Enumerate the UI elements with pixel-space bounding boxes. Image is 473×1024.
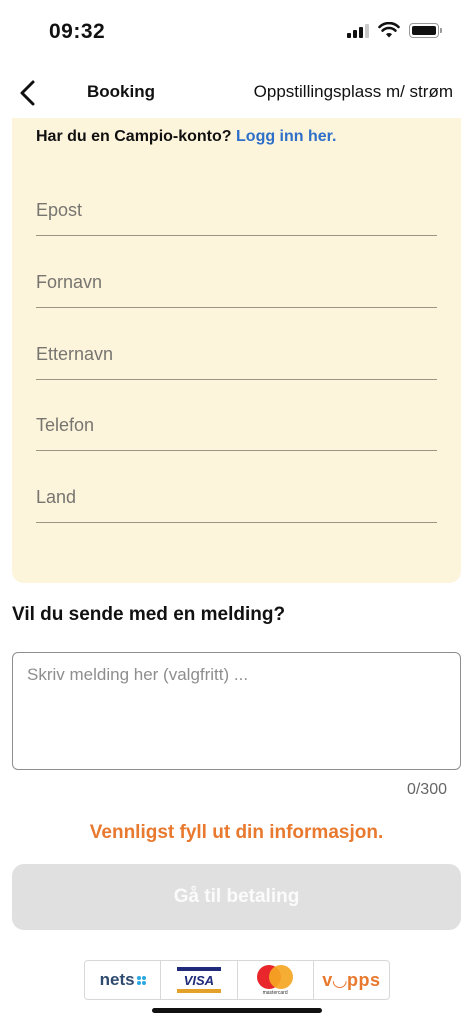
visa-logo-text: VISA — [176, 967, 221, 993]
chevron-left-icon — [20, 80, 35, 106]
vipps-logo: v◡pps — [314, 961, 389, 999]
page-title: Booking — [87, 82, 155, 101]
login-link[interactable]: Logg inn her. — [236, 128, 336, 145]
status-time: 09:32 — [49, 20, 106, 43]
country-field[interactable] — [36, 475, 437, 523]
country-input[interactable] — [36, 475, 437, 508]
nets-logo-text: nets — [99, 970, 135, 989]
vipps-logo-text: v◡pps — [322, 969, 381, 990]
email-input[interactable] — [36, 188, 437, 221]
mastercard-logo-text: mastercard — [262, 989, 288, 996]
nav-bar: Booking Oppstillingsplass m/ strøm — [0, 72, 473, 112]
login-prompt: Har du en Campio-konto? Logg inn her. — [36, 128, 336, 146]
message-field[interactable] — [12, 652, 461, 770]
go-to-payment-button[interactable]: Gå til betaling — [12, 864, 461, 930]
battery-icon — [409, 22, 442, 38]
status-bar: 09:32 — [0, 0, 473, 64]
payment-logos: nets VISA mastercard v◡pps — [84, 960, 390, 1000]
visa-logo: VISA — [161, 961, 238, 999]
message-heading: Vil du sende med en melding? — [12, 604, 286, 625]
phone-field[interactable] — [36, 403, 437, 451]
last-name-field[interactable] — [36, 332, 437, 380]
customer-info-card: Har du en Campio-konto? Logg inn her. — [12, 118, 461, 583]
mastercard-logo: mastercard — [238, 961, 314, 999]
validation-message: Vennligst fyll ut din informasjon. — [89, 822, 384, 843]
wifi-icon — [378, 22, 400, 38]
home-indicator — [152, 1008, 322, 1013]
booking-item-title: Oppstillingsplass m/ strøm — [253, 82, 453, 101]
first-name-field[interactable] — [36, 260, 437, 308]
phone-input[interactable] — [36, 403, 437, 436]
character-counter: 0/300 — [406, 781, 447, 798]
message-input[interactable] — [27, 665, 446, 757]
status-icons — [347, 22, 442, 38]
nets-dots-icon — [136, 975, 146, 985]
last-name-input[interactable] — [36, 332, 437, 365]
cellular-signal-icon — [347, 22, 369, 38]
mastercard-circles-icon — [255, 964, 295, 989]
login-prompt-text: Har du en Campio-konto? — [36, 128, 232, 145]
back-button[interactable] — [14, 76, 44, 108]
first-name-input[interactable] — [36, 260, 437, 293]
email-field[interactable] — [36, 188, 437, 236]
nets-logo: nets — [85, 961, 162, 999]
